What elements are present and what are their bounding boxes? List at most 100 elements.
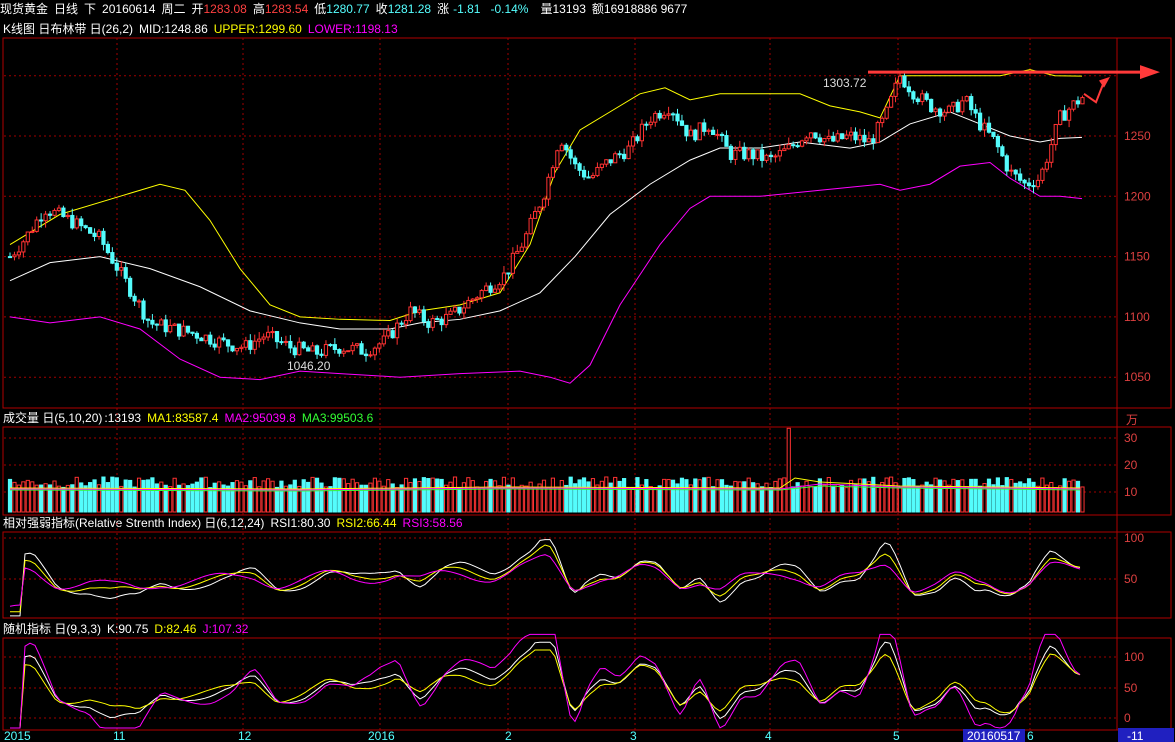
candle-body: [1000, 146, 1005, 157]
candle-body: [848, 131, 854, 136]
candle-body: [648, 121, 653, 126]
candle-body: [853, 131, 858, 141]
price-tick-label: 1100: [1124, 310, 1150, 324]
volume-bar: [844, 487, 849, 513]
candle-body: [430, 318, 435, 328]
volume-bar: [768, 487, 774, 513]
volume-bar: [773, 480, 778, 513]
candle-body: [199, 337, 204, 342]
volume-bar: [52, 480, 57, 513]
candle-body: [306, 347, 311, 352]
volume-bar: [395, 487, 400, 513]
volume-bar: [21, 481, 26, 513]
candle-body: [800, 140, 805, 147]
chart-canvas[interactable]: 1303.721046.20 1250120011501100105030201…: [0, 0, 1175, 742]
volume-bar: [110, 476, 115, 513]
x-axis-label: 2016: [368, 729, 395, 742]
volume-bar: [524, 485, 529, 513]
volume-bar: [123, 479, 128, 513]
volume-bar: [230, 482, 235, 513]
x-axis-label: 20160517: [967, 729, 1021, 742]
candle-body: [1040, 168, 1045, 181]
candle-body: [1062, 110, 1067, 121]
candle-body: [279, 341, 284, 344]
volume-bar: [684, 479, 689, 513]
candle-body: [737, 146, 742, 151]
candle-body: [257, 338, 262, 342]
price-tick-label: 1250: [1124, 129, 1151, 143]
candle-body: [711, 129, 716, 136]
candle-body: [426, 321, 431, 328]
volume-bar: [670, 479, 676, 513]
candle-body: [421, 309, 426, 323]
grid-lines: [4, 38, 1117, 730]
volume-tick-label: 10: [1124, 485, 1138, 499]
candle-body: [177, 323, 182, 337]
candle-body: [110, 252, 115, 264]
candle-body: [323, 344, 329, 356]
volume-bar: [719, 479, 725, 513]
volume-bar: [217, 481, 222, 513]
candle-body: [670, 113, 676, 116]
candle-body: [83, 225, 88, 229]
candle-body: [172, 323, 177, 326]
candle-body: [991, 131, 996, 137]
candle-body: [457, 306, 462, 314]
candle-body: [1026, 182, 1032, 187]
candle-body: [644, 123, 649, 126]
candle-body: [61, 207, 66, 218]
candle-body: [564, 144, 569, 151]
volume-bar: [635, 477, 640, 513]
volume-bar: [203, 476, 208, 513]
candle-body: [65, 214, 70, 218]
candle-body: [573, 157, 578, 165]
volume-bar: [679, 477, 685, 513]
candle-body: [688, 129, 693, 137]
volume-bar: [332, 477, 337, 513]
candle-body: [1067, 108, 1072, 121]
rsi-tick-label: 100: [1124, 531, 1144, 545]
volume-bar: [960, 479, 965, 513]
volume-bar: [813, 486, 818, 513]
volume-bar: [439, 478, 444, 513]
candle-body: [230, 345, 235, 352]
candle-body: [973, 109, 978, 114]
kdj-panel-frame: [2, 637, 1172, 731]
volume-bar: [501, 476, 507, 513]
candle-body: [341, 350, 346, 354]
candle-body: [995, 135, 1000, 148]
volume-bar: [853, 484, 858, 513]
candle-body: [1053, 123, 1058, 146]
volume-bar: [568, 476, 573, 513]
candle-body: [639, 123, 644, 142]
candle-body: [893, 82, 898, 97]
candle-body: [528, 217, 533, 235]
candle-body: [755, 149, 760, 160]
candle-body: [181, 325, 186, 337]
volume-bar: [604, 476, 609, 513]
candle-body: [777, 150, 782, 157]
candlesticks: [7, 70, 1085, 362]
candle-body: [101, 230, 106, 245]
volume-bar: [555, 486, 560, 513]
volume-bar: [150, 477, 155, 513]
volume-bar: [840, 484, 845, 513]
candle-body: [906, 86, 911, 93]
volume-bar: [488, 478, 493, 513]
candle-body: [706, 129, 711, 132]
volume-bar: [248, 480, 253, 513]
volume-bar: [1071, 479, 1076, 513]
candle-body: [52, 209, 57, 216]
candle-body: [657, 112, 662, 119]
candle-body: [212, 343, 217, 348]
candle-body: [136, 300, 142, 303]
volume-bar: [533, 487, 538, 513]
candle-body: [355, 343, 360, 346]
volume-bar: [662, 478, 667, 513]
volume-bar: [266, 478, 271, 513]
candle-body: [274, 331, 280, 343]
candle-body: [243, 340, 248, 348]
volume-bar: [457, 487, 462, 513]
candle-body: [314, 345, 320, 355]
candle-body: [1071, 100, 1076, 110]
